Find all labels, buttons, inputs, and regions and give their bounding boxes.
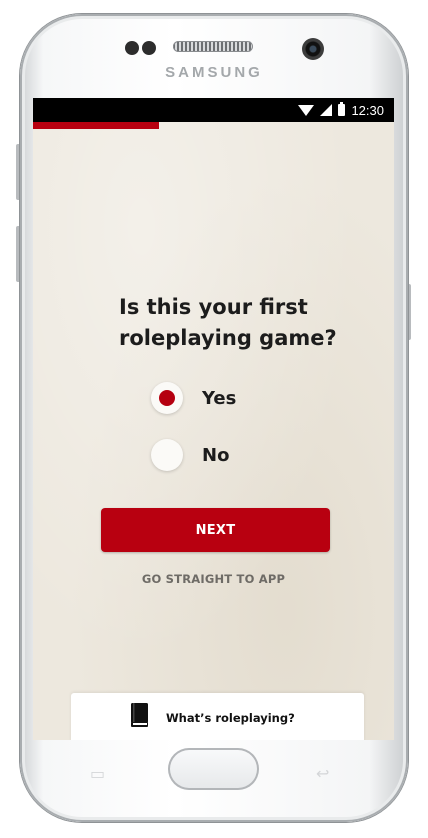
next-button[interactable]: NEXT bbox=[101, 508, 330, 552]
back-key: ↩ bbox=[316, 764, 330, 783]
option-label: Yes bbox=[202, 387, 237, 409]
radio-selected-dot bbox=[159, 390, 175, 406]
earpiece-speaker bbox=[173, 41, 253, 52]
device-brand: SAMSUNG bbox=[165, 64, 263, 81]
onboarding-progress bbox=[33, 122, 394, 129]
recent-apps-key: ▭ bbox=[90, 764, 106, 783]
radio-no[interactable] bbox=[151, 439, 183, 471]
light-sensor bbox=[142, 41, 156, 55]
wifi-icon bbox=[298, 104, 315, 116]
battery-icon bbox=[338, 102, 346, 116]
question-title: Is this your first roleplaying game? bbox=[119, 295, 337, 350]
front-camera bbox=[302, 38, 324, 60]
option-label: No bbox=[202, 444, 230, 466]
signal-icon bbox=[320, 104, 333, 116]
go-straight-to-app-link[interactable]: GO STRAIGHT TO APP bbox=[33, 572, 394, 586]
radio-yes[interactable] bbox=[151, 382, 183, 414]
proximity-sensor bbox=[125, 41, 139, 55]
whats-roleplaying-card[interactable]: What’s roleplaying? bbox=[71, 693, 364, 740]
whats-roleplaying-label: What’s roleplaying? bbox=[166, 711, 295, 725]
home-key bbox=[168, 748, 259, 790]
status-bar: 12:30 bbox=[33, 98, 394, 122]
book-icon bbox=[131, 703, 148, 727]
option-no[interactable]: No bbox=[151, 439, 229, 471]
progress-fill bbox=[33, 122, 160, 129]
option-yes[interactable]: Yes bbox=[151, 382, 236, 414]
status-time: 12:30 bbox=[351, 102, 384, 118]
app-screen: 12:30 Is this your first roleplaying gam… bbox=[33, 98, 394, 740]
